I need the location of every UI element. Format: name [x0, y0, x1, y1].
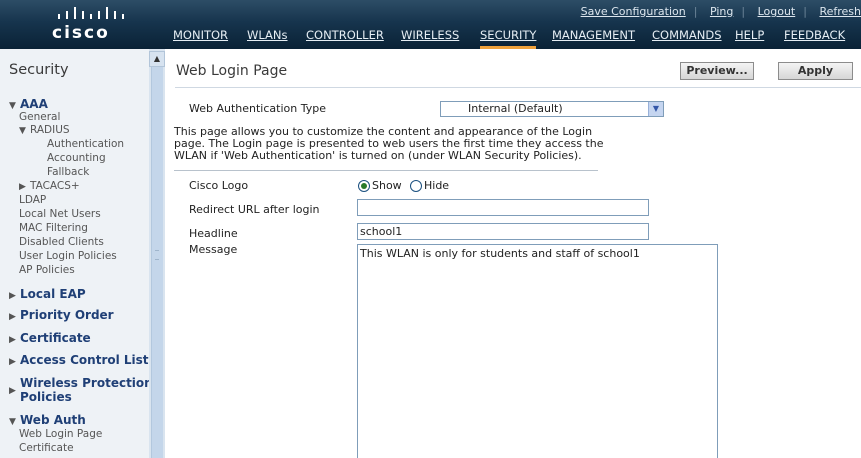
description-divider — [174, 170, 598, 171]
web-auth-type-label: Web Authentication Type — [189, 102, 326, 115]
sidebar-section-priority-order[interactable]: ▶ Priority Order — [9, 308, 114, 322]
chevron-down-icon: ▼ — [9, 101, 16, 111]
sidebar-item-ap-policies[interactable]: AP Policies — [19, 264, 75, 276]
cisco-logo-hide-label[interactable]: Hide — [424, 179, 449, 192]
headline-label: Headline — [189, 227, 238, 240]
web-auth-type-select[interactable]: Internal (Default) ▼ — [440, 101, 664, 117]
refresh-link[interactable]: Refresh — [819, 5, 861, 18]
chevron-right-icon: ▶ — [9, 386, 16, 396]
apply-button[interactable]: Apply — [778, 62, 853, 80]
sidebar-item-authentication[interactable]: Authentication — [47, 138, 124, 150]
chevron-right-icon: ▶ — [19, 182, 26, 192]
main-content: Web Login Page Preview... Apply Web Auth… — [165, 49, 861, 458]
page-title: Web Login Page — [176, 63, 288, 79]
sidebar-item-ldap[interactable]: LDAP — [19, 194, 46, 206]
nav-management[interactable]: MANAGEMENT — [552, 27, 635, 49]
chevron-down-icon: ▼ — [9, 417, 16, 427]
nav-commands[interactable]: COMMANDS — [652, 27, 722, 49]
sidebar-section-certificate[interactable]: ▶ Certificate — [9, 331, 91, 345]
ping-link[interactable]: Ping — [710, 5, 733, 18]
sidebar-section-web-auth[interactable]: ▼ Web Auth — [9, 413, 86, 427]
sidebar-item-radius[interactable]: ▼ RADIUS — [19, 124, 70, 136]
cisco-logo-label: Cisco Logo — [189, 179, 249, 192]
message-textarea[interactable]: This WLAN is only for students and staff… — [357, 244, 718, 458]
chevron-right-icon: ▶ — [9, 312, 16, 322]
sidebar-item-mac-filtering[interactable]: MAC Filtering — [19, 222, 88, 234]
sidebar-item-fallback[interactable]: Fallback — [47, 166, 89, 178]
nav-security[interactable]: SECURITY — [480, 27, 537, 49]
cisco-logo-show-label[interactable]: Show — [372, 179, 402, 192]
scrollbar-thumb[interactable] — [151, 67, 163, 458]
sidebar-item-tacacs[interactable]: ▶ TACACS+ — [19, 180, 80, 192]
web-auth-type-value: Internal (Default) — [468, 102, 563, 115]
cisco-logo-hide-radio[interactable] — [410, 180, 422, 192]
nav-monitor[interactable]: MONITOR — [173, 27, 228, 49]
sidebar-title: Security — [9, 62, 69, 78]
sidebar-section-aaa[interactable]: ▼ AAA — [9, 97, 48, 111]
top-header: cisco Save Configuration | Ping | Logout | … — [0, 0, 861, 49]
sidebar-section-local-eap[interactable]: ▶ Local EAP — [9, 287, 86, 301]
nav-controller[interactable]: CONTROLLER — [306, 27, 384, 49]
redirect-url-label: Redirect URL after login — [189, 203, 320, 216]
chevron-right-icon: ▶ — [9, 291, 16, 301]
cisco-bars-icon — [58, 7, 124, 19]
redirect-url-input[interactable] — [357, 199, 649, 216]
page-description: This page allows you to customize the co… — [174, 125, 604, 162]
chevron-down-icon[interactable]: ▼ — [648, 102, 663, 116]
chevron-down-icon: ▼ — [19, 126, 26, 136]
preview-button[interactable]: Preview... — [680, 62, 754, 80]
cisco-logo-show-radio[interactable] — [358, 180, 370, 192]
message-label: Message — [189, 243, 238, 256]
sidebar-item-webauth-certificate[interactable]: Certificate — [19, 442, 74, 454]
chevron-right-icon: ▶ — [9, 357, 16, 367]
sidebar-item-general[interactable]: General — [19, 111, 60, 123]
sidebar-section-access-control-lists[interactable]: ▶ Access Control Lists — [9, 353, 156, 367]
scroll-up-arrow-icon[interactable]: ▲ — [149, 51, 165, 67]
sidebar-section-wireless-protection-policies[interactable]: ▶Wireless Protection Policies — [9, 377, 153, 403]
headline-input[interactable]: school1 — [357, 223, 649, 240]
logout-link[interactable]: Logout — [758, 5, 796, 18]
sidebar-item-user-login-policies[interactable]: User Login Policies — [19, 250, 117, 262]
sidebar-item-accounting[interactable]: Accounting — [47, 152, 106, 164]
sidebar-item-disabled-clients[interactable]: Disabled Clients — [19, 236, 104, 248]
scrollbar-grip-icon — [155, 250, 159, 260]
save-configuration-link[interactable]: Save Configuration — [581, 5, 686, 18]
nav-wireless[interactable]: WIRELESS — [401, 27, 459, 49]
nav-feedback[interactable]: FEEDBACK — [784, 27, 845, 49]
sidebar-item-web-login-page[interactable]: Web Login Page — [19, 428, 102, 440]
nav-wlans[interactable]: WLANs — [247, 27, 288, 49]
sidebar-item-local-net-users[interactable]: Local Net Users — [19, 208, 101, 220]
utility-links: Save Configuration | Ping | Logout | Refres… — [580, 5, 861, 18]
cisco-wordmark: cisco — [52, 23, 110, 43]
chevron-right-icon: ▶ — [9, 335, 16, 345]
header-divider — [175, 87, 861, 88]
nav-help[interactable]: HELP — [735, 27, 764, 49]
